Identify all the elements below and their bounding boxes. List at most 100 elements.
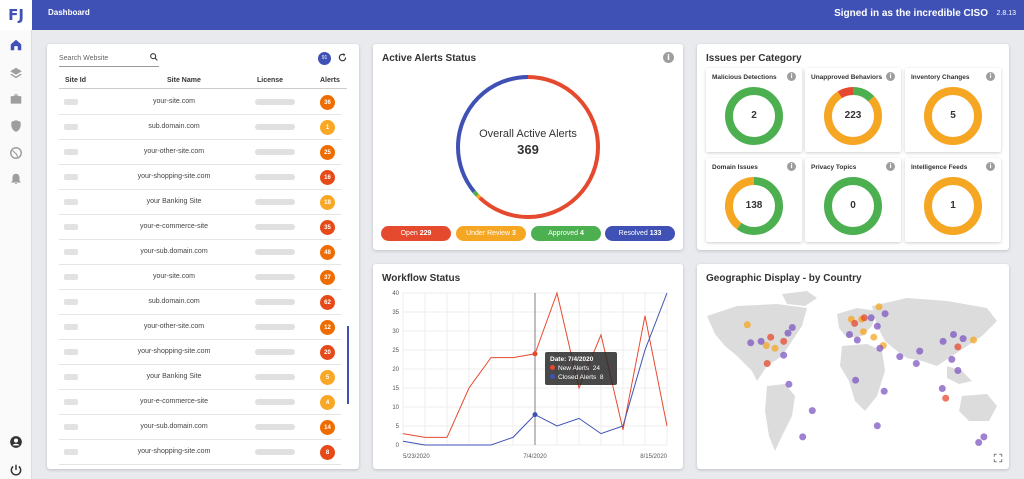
alert-count-badge[interactable]: 37 (320, 270, 335, 285)
info-icon[interactable]: i (787, 72, 796, 81)
globe-icon[interactable] (9, 146, 23, 160)
world-map[interactable] (697, 286, 1009, 466)
map-marker[interactable] (771, 344, 779, 352)
app-logo[interactable]: FJ (0, 0, 32, 30)
table-row[interactable]: your-e-commerce-site 4 (59, 390, 341, 415)
map-marker[interactable] (950, 331, 957, 338)
refresh-icon[interactable] (337, 52, 348, 63)
info-icon[interactable]: i (787, 162, 796, 171)
table-row[interactable]: your-sub.domain.com 14 (59, 415, 341, 440)
alert-count-badge[interactable]: 62 (320, 295, 335, 310)
map-marker[interactable] (851, 319, 859, 327)
map-marker[interactable] (875, 303, 883, 311)
briefcase-icon[interactable] (9, 92, 23, 106)
map-marker[interactable] (881, 310, 889, 318)
table-row[interactable]: your-site.com 37 (59, 265, 341, 290)
column-header-site-name[interactable]: Site Name (167, 77, 201, 84)
alert-count-badge[interactable]: 4 (320, 395, 335, 410)
map-marker[interactable] (959, 335, 967, 343)
map-marker[interactable] (938, 385, 946, 392)
category-card-intelligence-feeds[interactable]: Intelligence Feeds i 1 (905, 158, 1001, 242)
fullscreen-icon[interactable] (993, 453, 1003, 463)
map-marker[interactable] (975, 439, 983, 446)
map-marker[interactable] (808, 407, 816, 415)
alert-count-badge[interactable]: 14 (320, 420, 335, 435)
map-marker[interactable] (870, 333, 878, 341)
category-card-unapproved-behaviors[interactable]: Unapproved Behaviors i 223 (805, 68, 901, 152)
table-row[interactable]: your-other-site.com 12 (59, 315, 341, 340)
map-marker[interactable] (939, 337, 947, 345)
map-marker[interactable] (970, 336, 977, 344)
alert-count-badge[interactable]: 12 (320, 320, 335, 335)
category-card-domain-issues[interactable]: Domain Issues i 138 (706, 158, 802, 242)
map-marker[interactable] (912, 360, 920, 367)
info-icon[interactable]: i (986, 72, 995, 81)
map-marker[interactable] (867, 314, 875, 322)
table-row[interactable]: your-other-site.com 25 (59, 140, 341, 165)
table-row[interactable]: your-e-commerce-site 35 (59, 215, 341, 240)
account-icon[interactable] (9, 435, 23, 449)
status-pill-approved[interactable]: Approved 4 (531, 226, 601, 241)
map-marker[interactable] (896, 353, 904, 361)
alert-count-badge[interactable]: 25 (320, 145, 335, 160)
table-row[interactable]: sub.domain.com 1 (59, 115, 341, 140)
column-header-license[interactable]: License (257, 77, 283, 84)
home-icon[interactable] (9, 38, 23, 52)
search-icon[interactable] (149, 52, 159, 62)
alert-count-badge[interactable]: 36 (320, 95, 335, 110)
column-header-site-id[interactable]: Site Id (65, 77, 86, 84)
map-marker[interactable] (916, 347, 924, 355)
status-pill-resolved[interactable]: Resolved 133 (605, 226, 675, 241)
map-marker[interactable] (873, 422, 881, 430)
map-marker[interactable] (799, 433, 807, 441)
category-card-privacy-topics[interactable]: Privacy Topics i 0 (805, 158, 901, 242)
map-marker[interactable] (780, 351, 788, 359)
map-marker[interactable] (780, 337, 788, 345)
table-row[interactable]: your Banking Site 5 (59, 365, 341, 390)
power-icon[interactable] (9, 463, 23, 477)
map-marker[interactable] (954, 367, 962, 374)
table-row[interactable]: your-sub.domain.com 48 (59, 240, 341, 265)
layers-icon[interactable] (9, 66, 23, 80)
map-marker[interactable] (747, 339, 755, 347)
map-marker[interactable] (948, 355, 956, 363)
table-row[interactable]: your-site.com 36 (59, 90, 341, 115)
map-marker[interactable] (859, 328, 867, 336)
bell-icon[interactable] (9, 172, 23, 186)
map-marker[interactable] (873, 322, 881, 330)
category-card-inventory-changes[interactable]: Inventory Changes i 5 (905, 68, 1001, 152)
signed-in-user[interactable]: Signed in as the incredible CISO (834, 8, 988, 19)
info-icon[interactable]: i (886, 162, 895, 171)
map-marker[interactable] (743, 321, 751, 329)
alert-count-badge[interactable]: 18 (320, 195, 335, 210)
alert-count-badge[interactable]: 48 (320, 245, 335, 260)
map-marker[interactable] (784, 329, 792, 337)
info-icon[interactable]: i (886, 72, 895, 81)
alert-count-badge[interactable]: 20 (320, 345, 335, 360)
alert-count-badge[interactable]: 16 (320, 170, 335, 185)
category-card-malicious-detections[interactable]: Malicious Detections i 2 (706, 68, 802, 152)
map-marker[interactable] (860, 314, 868, 322)
search-input[interactable]: Search Website (59, 53, 159, 67)
map-marker[interactable] (876, 344, 884, 352)
table-row[interactable]: your-shopping-site.com 16 (59, 165, 341, 190)
map-marker[interactable] (763, 360, 771, 367)
column-header-alerts[interactable]: Alerts (320, 77, 340, 84)
shield-icon[interactable] (9, 119, 23, 133)
status-pill-open[interactable]: Open 229 (381, 226, 451, 241)
map-marker[interactable] (785, 380, 793, 388)
table-row[interactable]: sub.domain.com 62 (59, 290, 341, 315)
status-pill-under-review[interactable]: Under Review 3 (456, 226, 526, 241)
highlight-point[interactable] (532, 351, 538, 357)
map-marker[interactable] (880, 387, 888, 395)
alert-count-badge[interactable]: 5 (320, 370, 335, 385)
highlight-point[interactable] (532, 412, 538, 418)
table-row[interactable]: your-shopping-site.com 20 (59, 340, 341, 365)
info-icon[interactable]: i (986, 162, 995, 171)
map-marker[interactable] (954, 343, 962, 351)
table-row[interactable]: your Banking Site 18 (59, 190, 341, 215)
map-marker[interactable] (942, 394, 950, 402)
map-marker[interactable] (853, 336, 861, 344)
alert-count-badge[interactable]: 35 (320, 220, 335, 235)
alert-count-badge[interactable]: 8 (320, 445, 335, 460)
